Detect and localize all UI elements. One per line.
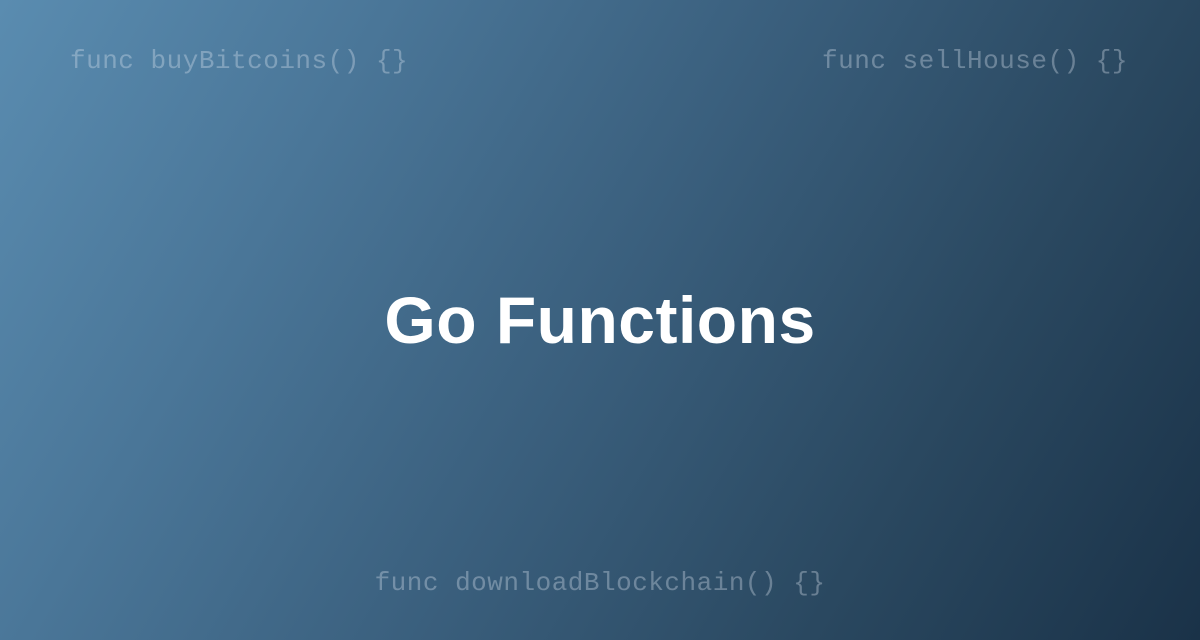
page-title: Go Functions: [384, 282, 815, 358]
code-snippet-bottom: func downloadBlockchain() {}: [375, 568, 826, 598]
code-snippet-top-left: func buyBitcoins() {}: [70, 46, 408, 76]
code-snippet-top-right: func sellHouse() {}: [822, 46, 1128, 76]
